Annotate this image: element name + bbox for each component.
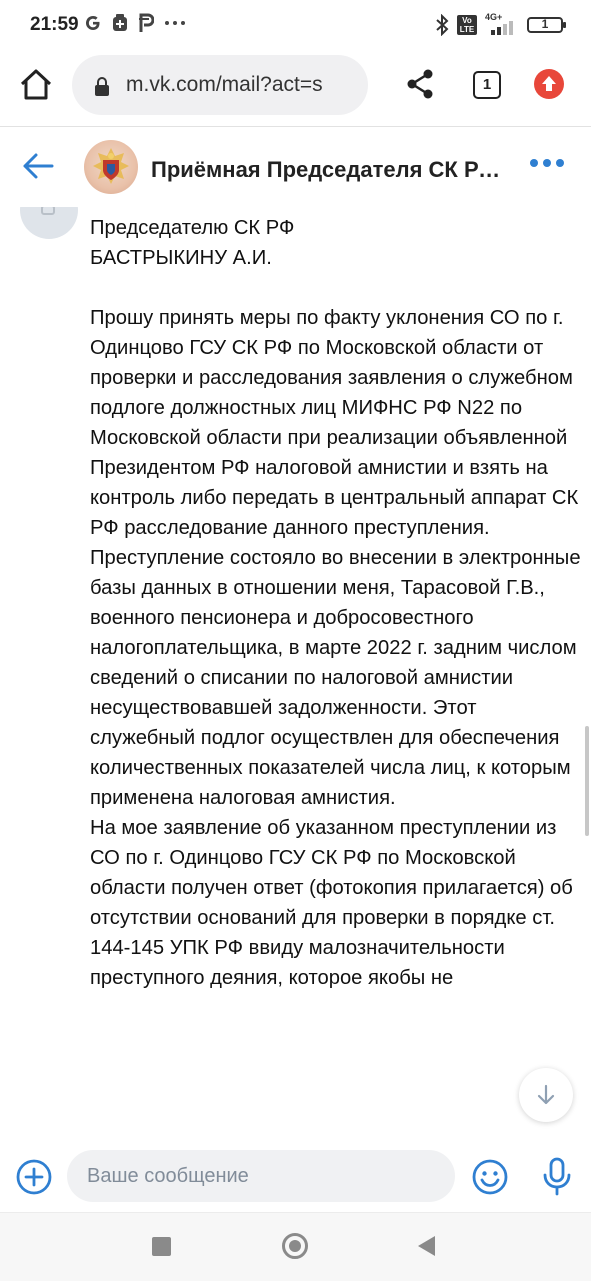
message-paragraph: Прошу принять меры по факту уклонения СО… <box>90 307 579 539</box>
google-icon <box>86 16 100 30</box>
message-paragraph: Председателю СК РФ <box>90 217 295 239</box>
battery-icon: 1 <box>527 17 566 33</box>
back-nav-icon[interactable] <box>418 1236 435 1256</box>
update-icon[interactable] <box>534 69 564 99</box>
home-icon[interactable] <box>18 67 54 103</box>
url-text: m.vk.com/mail?act=s <box>126 73 323 96</box>
home-nav-icon[interactable] <box>282 1233 308 1259</box>
chat-title[interactable]: Приёмная Председателя СК России <box>151 157 501 183</box>
browser-toolbar: m.vk.com/mail?act=s 1 <box>0 52 591 127</box>
lock-icon <box>95 77 109 96</box>
chat-header: Приёмная Председателя СК России <box>0 127 591 207</box>
app-icon <box>113 14 127 31</box>
message-list[interactable]: Председателю СК РФ БАСТРЫКИНУ А.И. Прошу… <box>0 207 591 1144</box>
bluetooth-icon <box>436 14 449 36</box>
system-nav-bar <box>0 1212 591 1281</box>
camera-icon <box>41 207 55 215</box>
sender-avatar[interactable] <box>20 207 78 239</box>
message-paragraph: Преступление состояло во внесении в элек… <box>90 547 581 809</box>
message-composer <box>0 1144 591 1212</box>
emoji-icon[interactable] <box>471 1158 509 1196</box>
message-text: Председателю СК РФ БАСТРЫКИНУ А.И. Прошу… <box>90 213 582 993</box>
address-bar[interactable]: m.vk.com/mail?act=s <box>72 55 368 115</box>
status-notification-icons <box>84 13 186 33</box>
add-attachment-icon[interactable] <box>15 1158 53 1196</box>
message-input[interactable] <box>67 1150 455 1202</box>
tabs-button[interactable]: 1 <box>473 71 501 99</box>
message-paragraph: БАСТРЫКИНУ А.И. <box>90 247 272 269</box>
arrow-down-icon <box>537 1084 555 1105</box>
status-system-icons: Vo LTE 4G+ 1 <box>435 12 566 36</box>
more-options-icon[interactable] <box>530 159 564 167</box>
status-bar: 21:59 Vo LTE 4G+ 1 <box>0 0 591 52</box>
emblem-icon <box>93 148 129 184</box>
status-time: 21:59 <box>30 14 79 35</box>
scroll-down-button[interactable] <box>519 1068 573 1122</box>
back-arrow-icon[interactable] <box>22 152 54 180</box>
p-icon <box>139 13 154 32</box>
scrollbar-thumb[interactable] <box>585 726 589 836</box>
chat-avatar[interactable] <box>84 140 138 194</box>
volte-icon: Vo LTE <box>457 15 477 35</box>
more-icon <box>165 21 185 25</box>
message-paragraph: На мое заявление об указанном преступлен… <box>90 817 573 989</box>
signal-icon: 4G+ <box>485 12 519 35</box>
microphone-icon[interactable] <box>541 1157 573 1197</box>
recent-apps-icon[interactable] <box>152 1237 171 1256</box>
share-icon[interactable] <box>405 68 435 100</box>
